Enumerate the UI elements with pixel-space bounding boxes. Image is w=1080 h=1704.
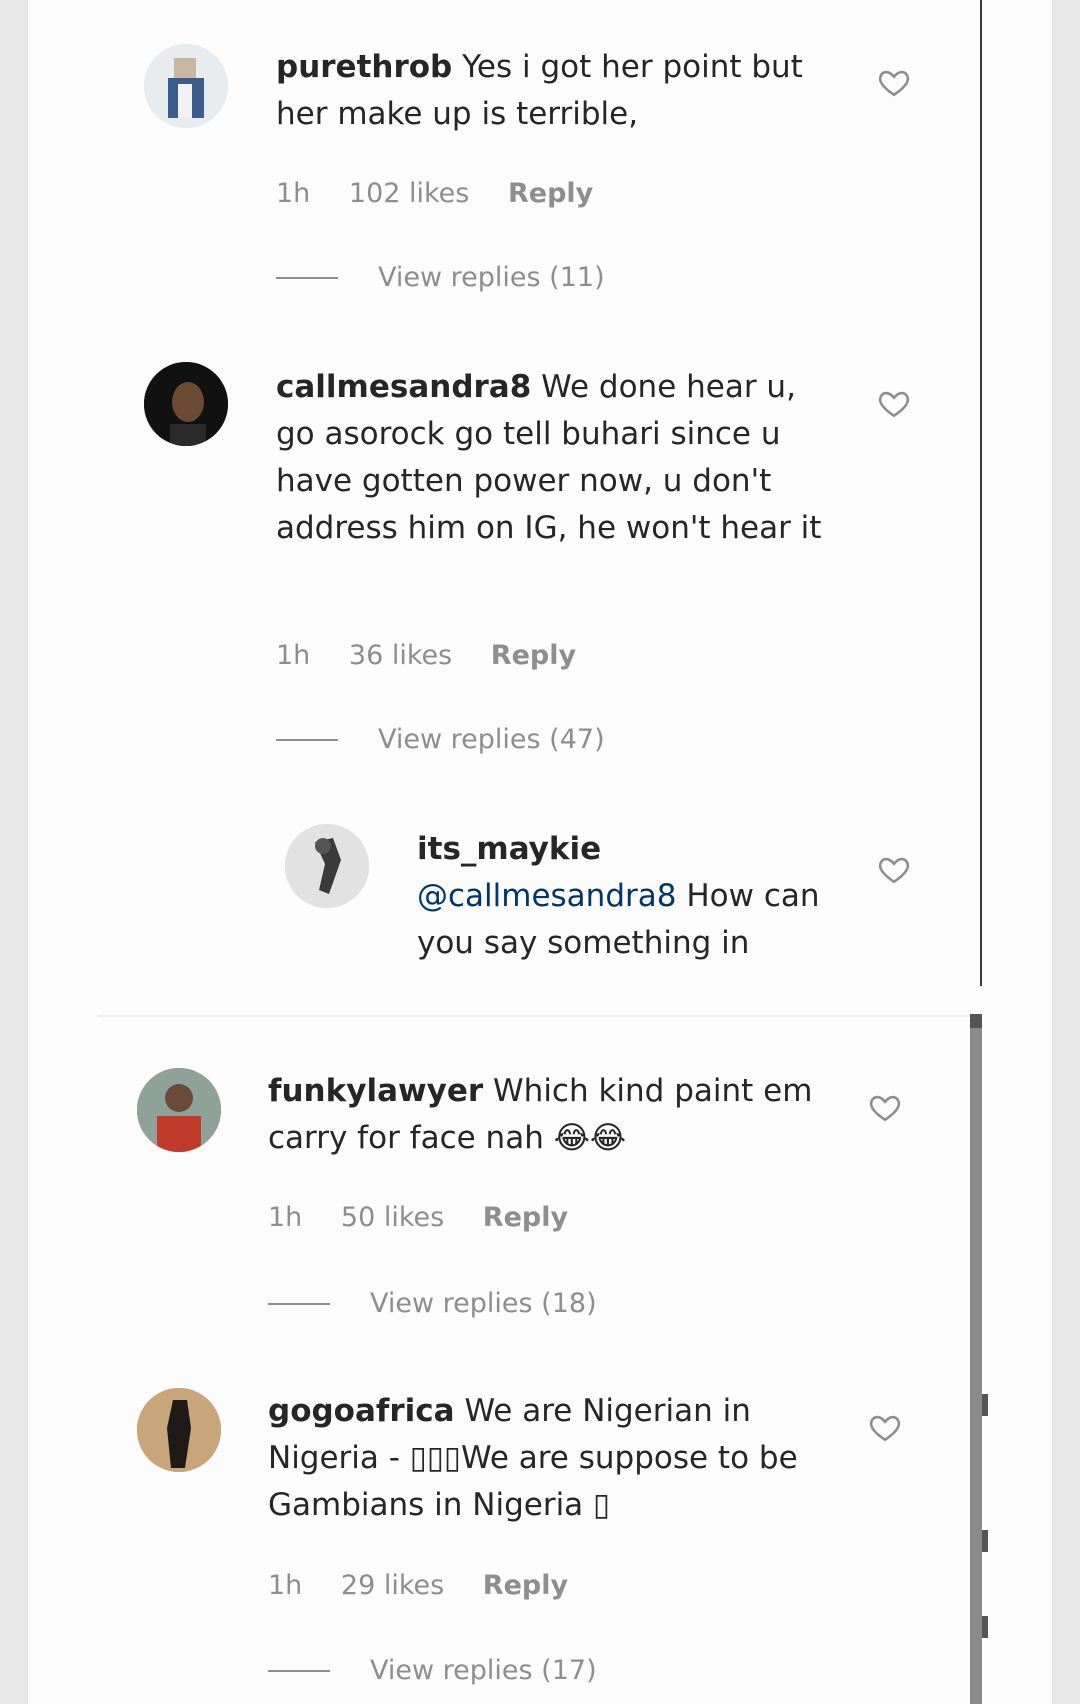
comment-meta: 1h 50 likes Reply <box>268 1202 598 1233</box>
edge-mark <box>982 1530 988 1552</box>
avatar-image <box>137 1388 221 1472</box>
reply-button[interactable]: Reply <box>508 178 593 209</box>
username-link[interactable]: its_maykie <box>417 831 601 867</box>
comment-meta: 1h 102 likes Reply <box>276 178 623 209</box>
heart-icon[interactable] <box>877 65 911 99</box>
heart-icon[interactable] <box>877 852 911 886</box>
replies-line <box>268 1669 330 1672</box>
edge-mark <box>982 1616 988 1638</box>
view-replies-label: View replies (18) <box>370 1288 597 1319</box>
avatar[interactable] <box>144 44 228 128</box>
comment-text-block: callmesandra8 We done hear u, go asorock… <box>276 364 836 552</box>
avatar[interactable] <box>285 824 369 908</box>
view-replies-button[interactable]: View replies (47) <box>276 724 605 755</box>
comment-text-block: gogoafrica We are Nigerian in Nigeria - … <box>268 1388 828 1529</box>
reply-button[interactable]: Reply <box>483 1202 568 1233</box>
view-replies-label: View replies (17) <box>370 1655 597 1686</box>
comment-text-block: purethrob Yes i got her point but her ma… <box>276 44 836 138</box>
likes-count[interactable]: 50 likes <box>341 1202 444 1233</box>
username-link[interactable]: callmesandra8 <box>276 369 531 405</box>
mention-link[interactable]: @callmesandra8 <box>417 878 676 914</box>
avatar-image <box>137 1068 221 1152</box>
edge-mark <box>982 1394 988 1416</box>
comment-time: 1h <box>268 1570 303 1601</box>
view-replies-button[interactable]: View replies (17) <box>268 1655 597 1686</box>
avatar-image <box>285 824 369 908</box>
username-link[interactable]: gogoafrica <box>268 1393 455 1429</box>
heart-icon[interactable] <box>868 1410 902 1444</box>
username-link[interactable]: purethrob <box>276 49 452 85</box>
comment-text-block: funkylawyer Which kind paint em carry fo… <box>268 1068 828 1162</box>
replies-line <box>268 1302 330 1305</box>
replies-line <box>276 276 338 279</box>
avatar-image <box>144 362 228 446</box>
avatar-image <box>144 44 228 128</box>
avatar[interactable] <box>144 362 228 446</box>
comment-time: 1h <box>268 1202 303 1233</box>
likes-count[interactable]: 36 likes <box>349 640 452 671</box>
view-replies-label: View replies (11) <box>378 262 605 293</box>
scrollbar-thumb[interactable] <box>970 1014 982 1028</box>
window-edge <box>980 0 982 986</box>
section-divider <box>98 1015 970 1017</box>
heart-icon[interactable] <box>868 1090 902 1124</box>
likes-count[interactable]: 102 likes <box>349 178 469 209</box>
view-replies-button[interactable]: View replies (11) <box>276 262 605 293</box>
comment-time: 1h <box>276 640 311 671</box>
comment-meta: 1h 29 likes Reply <box>268 1570 598 1601</box>
comment-time: 1h <box>276 178 311 209</box>
reply-button[interactable]: Reply <box>491 640 576 671</box>
avatar[interactable] <box>137 1068 221 1152</box>
scrollbar[interactable] <box>970 1014 982 1704</box>
view-replies-button[interactable]: View replies (18) <box>268 1288 597 1319</box>
comment-text-block: its_maykie @callmesandra8 How can you sa… <box>417 826 837 967</box>
heart-icon[interactable] <box>877 386 911 420</box>
reply-button[interactable]: Reply <box>483 1570 568 1601</box>
comment-meta: 1h 36 likes Reply <box>276 640 606 671</box>
avatar[interactable] <box>137 1388 221 1472</box>
replies-line <box>276 738 338 741</box>
username-link[interactable]: funkylawyer <box>268 1073 483 1109</box>
likes-count[interactable]: 29 likes <box>341 1570 444 1601</box>
view-replies-label: View replies (47) <box>378 724 605 755</box>
